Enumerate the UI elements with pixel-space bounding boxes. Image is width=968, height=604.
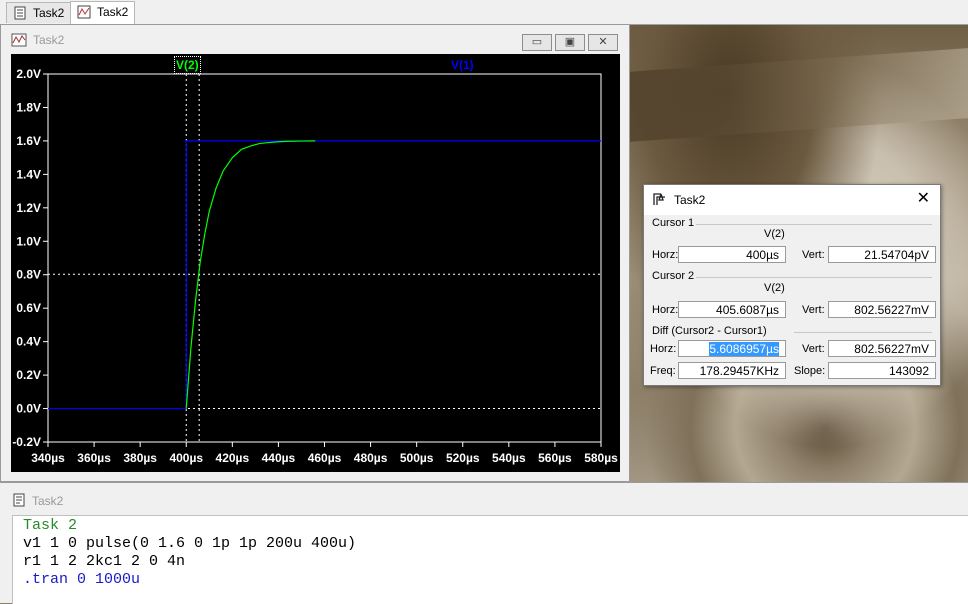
window-title: Task2 xyxy=(32,494,64,508)
netlist-editor[interactable]: Task 2 v1 1 0 pulse(0 1.6 0 1p 1p 200u 4… xyxy=(12,515,968,604)
plot-frame xyxy=(47,73,602,443)
cursor1-vert-label: Vert: xyxy=(802,249,825,261)
x-tick-label: 420µs xyxy=(216,451,250,465)
waveform-plot[interactable]: 2.0V 1.8V 1.6V 1.4V 1.2V 1.0V 0.8V 0.6V 0.4V 0.2V… xyxy=(11,54,620,472)
x-tick-label: 380µs xyxy=(123,451,157,465)
cursor1-trace: V(2) xyxy=(764,228,785,240)
trace-label-v1[interactable]: V(1) xyxy=(451,58,474,72)
netlist-line[interactable]: .tran 0 1000u xyxy=(23,571,140,588)
y-tick-label: 0.6V xyxy=(16,301,41,315)
netlist-line[interactable]: Task 2 xyxy=(23,517,77,534)
y-tick-label: 1.8V xyxy=(16,100,41,114)
tab-label: Task2 xyxy=(33,6,65,20)
diff-horz-label: Horz: xyxy=(650,343,677,355)
y-tick-label: 0.2V xyxy=(16,368,41,382)
diff-vert-field[interactable]: 802.56227mV xyxy=(828,340,936,357)
cursor2-trace: V(2) xyxy=(764,282,785,294)
x-tick-label: 580µs xyxy=(584,451,618,465)
trace-label-v2-box: V(2) xyxy=(174,56,201,74)
netlist-line[interactable]: v1 1 0 pulse(0 1.6 0 1p 1p 200u 400u) xyxy=(23,535,356,552)
dialog-titlebar[interactable]: Task2 ✕ xyxy=(644,185,940,215)
cursor1-vert-field[interactable]: 21.54704pV xyxy=(828,246,936,263)
divider xyxy=(794,332,932,333)
cursor2-horz-field[interactable]: 405.6087µs xyxy=(678,301,786,318)
cursor2-group-label: Cursor 2 xyxy=(652,270,695,282)
diff-horz-value: 5.6086957µs xyxy=(709,342,779,356)
netlist-icon xyxy=(13,493,25,507)
window-title: Task2 xyxy=(33,33,65,47)
minimize-button[interactable]: ▭ xyxy=(522,34,552,51)
netlist-line[interactable]: r1 1 2 2kc1 2 0 4n xyxy=(23,553,185,570)
x-tick-label: 360µs xyxy=(77,451,111,465)
netlist-window: Task2 Task 2 v1 1 0 pulse(0 1.6 0 1p 1p … xyxy=(0,482,968,604)
plot-pane[interactable]: 2.0V 1.8V 1.6V 1.4V 1.2V 1.0V 0.8V 0.6V 0.4V 0.2V… xyxy=(11,54,620,472)
x-tick-label: 520µs xyxy=(446,451,480,465)
x-tick-label: 400µs xyxy=(169,451,203,465)
close-icon[interactable]: ✕ xyxy=(917,191,930,207)
dialog-title: Task2 xyxy=(674,193,706,207)
y-tick-label: 0.0V xyxy=(16,402,41,416)
x-tick-label: 540µs xyxy=(492,451,526,465)
x-tick-label: 480µs xyxy=(354,451,388,465)
diff-group-label: Diff (Cursor2 - Cursor1) xyxy=(652,325,767,337)
y-tick-label: 0.8V xyxy=(16,268,41,282)
cursor1-horz-field[interactable]: 400µs xyxy=(678,246,786,263)
diff-horz-field[interactable]: 5.6086957µs xyxy=(678,340,786,357)
slope-label: Slope: xyxy=(794,365,826,377)
divider xyxy=(696,277,932,278)
cursor2-vert-label: Vert: xyxy=(802,304,825,316)
tab-waveform[interactable]: Task2 xyxy=(70,1,136,24)
waveform-icon xyxy=(11,33,27,47)
y-tick-label: 2.0V xyxy=(16,67,41,81)
y-tick-label: 1.0V xyxy=(16,234,41,248)
cursor1-group-label: Cursor 1 xyxy=(652,217,695,229)
y-tick-label: 0.4V xyxy=(16,335,41,349)
y-tick-label: -0.2V xyxy=(12,435,41,449)
slope-field[interactable]: 143092 xyxy=(828,362,936,379)
series-line-v2 xyxy=(185,140,316,409)
freq-label: Freq: xyxy=(650,365,676,377)
x-tick-label: 460µs xyxy=(308,451,342,465)
schematic-icon xyxy=(14,6,26,20)
cursor1-horz-label: Horz: xyxy=(652,249,679,261)
tab-label: Task2 xyxy=(97,5,129,19)
trace-label-v2[interactable]: V(2) xyxy=(176,58,199,72)
divider xyxy=(696,224,932,225)
netlist-window-titlebar[interactable]: Task2 xyxy=(0,483,968,513)
restore-button[interactable]: ▣ xyxy=(555,34,585,51)
x-tick-label: 340µs xyxy=(31,451,65,465)
x-tick-label: 560µs xyxy=(538,451,572,465)
y-tick-label: 1.6V xyxy=(16,134,41,148)
waveform-icon xyxy=(77,5,91,19)
waveform-window-titlebar[interactable]: Task2 ▭ ▣ ✕ xyxy=(1,25,629,55)
cursor2-horz-label: Horz: xyxy=(652,304,679,316)
document-tab-bar: Task2 Task2 xyxy=(0,0,968,25)
y-tick-label: 1.4V xyxy=(16,167,41,181)
freq-field[interactable]: 178.29457KHz xyxy=(678,362,786,379)
diff-vert-label: Vert: xyxy=(802,343,825,355)
y-tick-label: 1.2V xyxy=(16,201,41,215)
cursor2-vert-field[interactable]: 802.56227mV xyxy=(828,301,936,318)
cursor-readout-dialog: Task2 ✕ Cursor 1 V(2) Horz: 400µs Vert: … xyxy=(643,184,941,386)
close-button[interactable]: ✕ xyxy=(588,34,618,51)
x-tick-label: 500µs xyxy=(400,451,434,465)
x-tick-label: 440µs xyxy=(262,451,296,465)
cursor-icon xyxy=(653,193,665,205)
tab-schematic[interactable]: Task2 xyxy=(6,2,72,23)
